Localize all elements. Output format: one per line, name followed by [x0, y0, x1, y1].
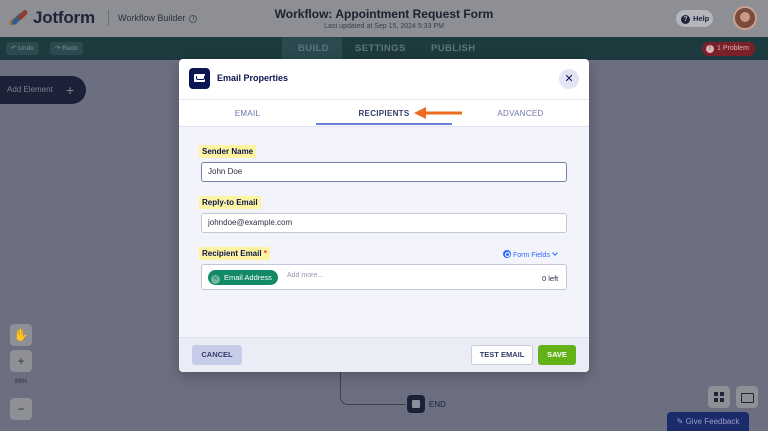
workflow-title-block: Workflow: Appointment Request Form Last … — [0, 7, 768, 30]
page-title: Workflow: Appointment Request Form — [274, 7, 494, 21]
form-fields-label: Form Fields — [513, 252, 550, 259]
recipient-chip[interactable]: ✕ Email Address — [208, 270, 278, 285]
grid-view-button[interactable] — [708, 386, 730, 408]
minimap-button[interactable] — [736, 386, 758, 408]
avatar[interactable] — [733, 6, 757, 30]
sender-name-label: Sender Name — [199, 145, 257, 158]
active-tab-indicator — [316, 123, 452, 125]
tab-build[interactable]: BUILD — [298, 37, 329, 60]
sender-name-input[interactable]: John Doe — [201, 162, 567, 182]
help-icon: ? — [681, 15, 690, 24]
add-element-button[interactable]: Add Element + — [0, 76, 86, 104]
end-node-icon[interactable] — [407, 395, 425, 413]
close-icon: ✕ — [564, 73, 574, 85]
save-button[interactable]: SAVE — [538, 345, 576, 365]
dialog-header: Email Properties ✕ — [179, 59, 589, 99]
problem-label: 1 Problem — [717, 45, 749, 52]
close-button[interactable]: ✕ — [559, 69, 579, 89]
hand-tool-button[interactable]: ✋ — [10, 324, 32, 346]
warning-icon: ! — [706, 45, 714, 53]
tab-publish[interactable]: PUBLISH — [431, 37, 476, 60]
zoom-level: 89% — [14, 379, 27, 385]
last-updated-text: Last updated at Sep 15, 2024 5:33 PM — [324, 23, 444, 30]
end-label: END — [429, 400, 446, 409]
required-mark: * — [263, 249, 267, 258]
builder-toolbar: ↶ Undo ↷ Redo BUILD SETTINGS PUBLISH — [0, 37, 768, 60]
form-fields-dropdown[interactable]: Form Fields — [503, 250, 558, 262]
undo-label: Undo — [18, 45, 34, 52]
recipient-email-input[interactable]: ✕ Email Address Add more... 0 left — [201, 264, 567, 290]
zoom-out-button[interactable]: − — [10, 398, 32, 420]
email-properties-dialog: Email Properties ✕ EMAIL RECIPIENTS ADVA… — [179, 59, 589, 372]
problem-badge[interactable]: ! 1 Problem — [702, 42, 755, 56]
reply-to-label: Reply-to Email — [199, 196, 261, 209]
flow-connector — [340, 369, 406, 405]
chevron-down-icon — [552, 250, 558, 256]
top-header: Jotform Workflow Builder i Workflow: Appo… — [0, 0, 768, 37]
zoom-in-button[interactable]: + — [10, 350, 32, 372]
remove-chip-icon[interactable]: ✕ — [211, 275, 220, 284]
dialog-body: Sender Name John Doe Reply-to Email john… — [179, 127, 589, 337]
minus-icon: − — [17, 402, 25, 416]
redo-label: Redo — [62, 45, 78, 52]
feedback-icon: ✎ — [676, 417, 684, 426]
tab-settings[interactable]: SETTINGS — [355, 37, 406, 60]
hand-icon: ✋ — [13, 328, 29, 342]
reply-to-input[interactable]: johndoe@example.com — [201, 213, 567, 233]
recipient-email-label: Recipient Email * — [199, 247, 270, 260]
cancel-button[interactable]: CANCEL — [192, 345, 242, 365]
annotation-arrow-icon — [414, 107, 462, 119]
email-icon — [189, 68, 210, 89]
feedback-label: Give Feedback — [685, 417, 740, 426]
add-element-label: Add Element — [7, 85, 53, 94]
tab-email[interactable]: EMAIL — [179, 100, 316, 127]
dialog-title: Email Properties — [217, 73, 289, 83]
remaining-count: 0 left — [542, 274, 559, 283]
help-button[interactable]: ? Help — [676, 10, 713, 27]
plus-icon: + — [17, 354, 25, 368]
add-more-placeholder[interactable]: Add more... — [287, 272, 323, 279]
tab-advanced[interactable]: ADVANCED — [452, 100, 589, 127]
give-feedback-button[interactable]: ✎ Give Feedback — [667, 412, 749, 431]
chip-label: Email Address — [224, 273, 272, 282]
test-email-button[interactable]: TEST EMAIL — [471, 345, 533, 365]
redo-button[interactable]: ↷ Redo — [50, 42, 83, 55]
form-fields-icon — [503, 250, 511, 258]
plus-icon: + — [66, 82, 75, 98]
dialog-footer: CANCEL TEST EMAIL SAVE — [179, 337, 589, 372]
help-label: Help — [693, 14, 710, 23]
undo-button[interactable]: ↶ Undo — [6, 42, 39, 55]
recipient-label-text: Recipient Email — [202, 249, 262, 258]
